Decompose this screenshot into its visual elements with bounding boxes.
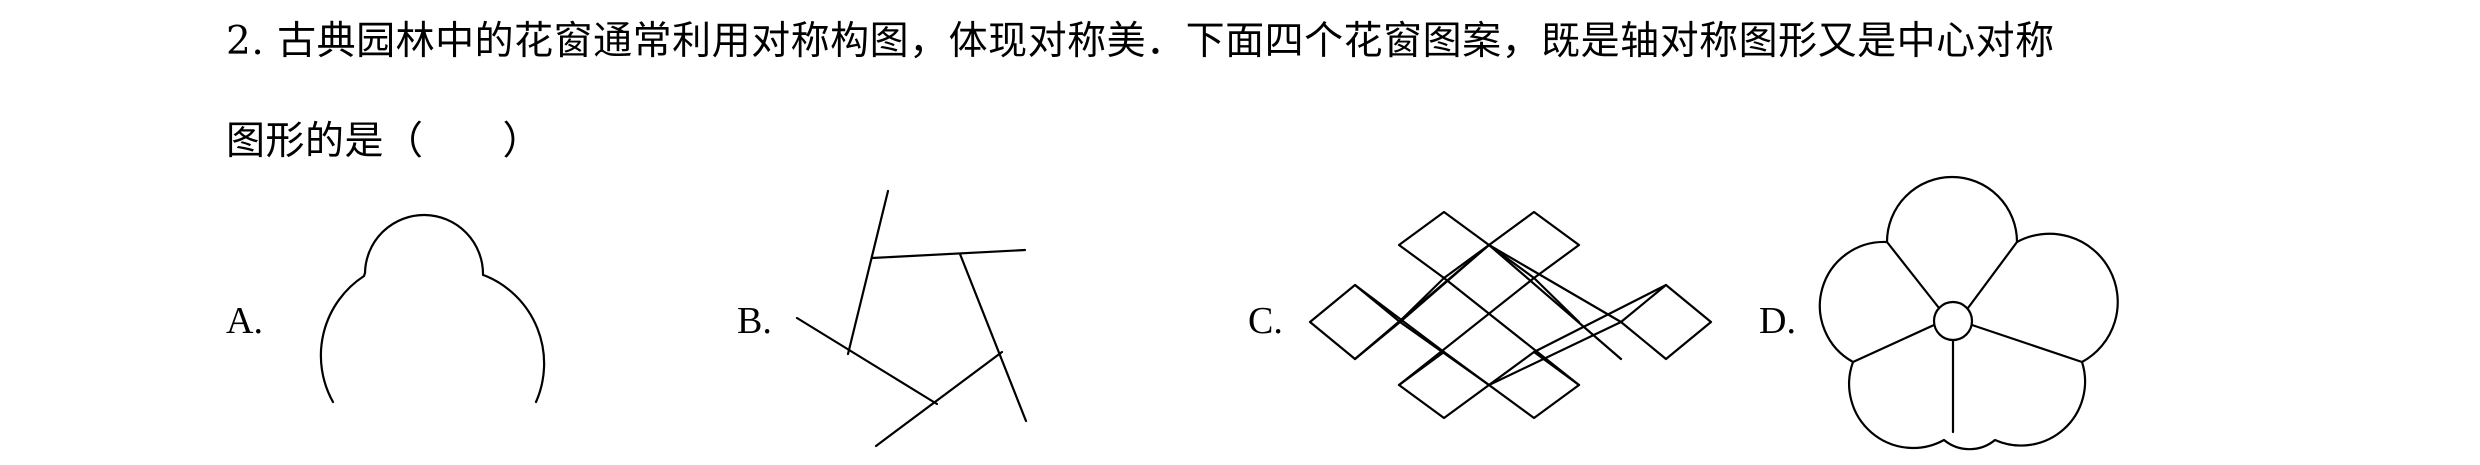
flower-outline xyxy=(1818,175,2119,451)
option-d-figure xyxy=(1818,175,2119,451)
plum-flower xyxy=(1818,175,2119,451)
